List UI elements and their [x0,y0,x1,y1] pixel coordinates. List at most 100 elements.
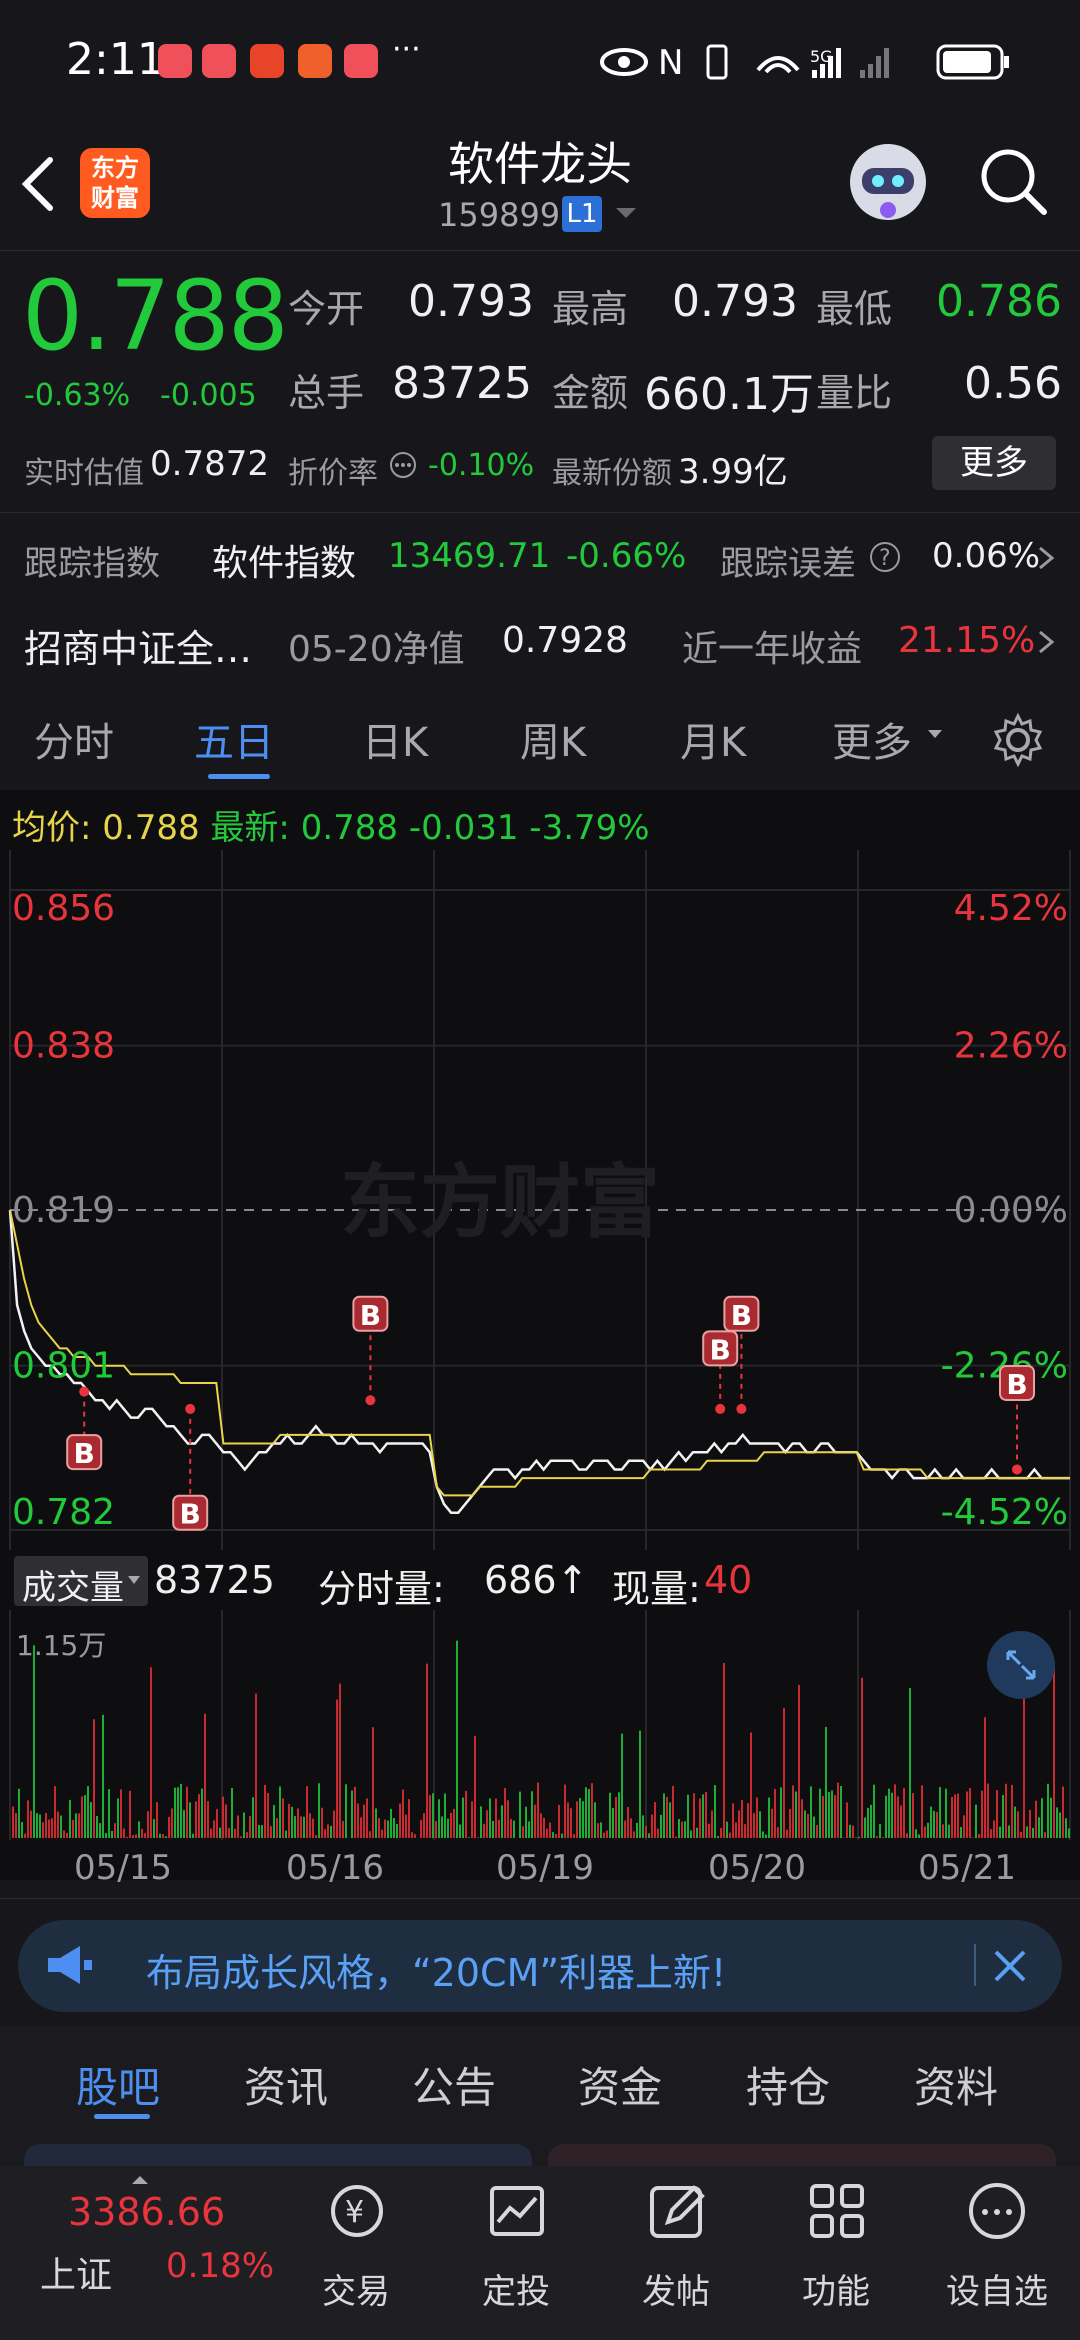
volume-bar [450,1812,452,1838]
price-chart[interactable]: 东方财富 0.856 0.838 0.819 0.801 0.782 4.52% 2.26% 0… [0,850,1080,1550]
more-button[interactable]: 更多 [932,436,1056,490]
volume-bar [405,1814,407,1838]
trade-icon[interactable]: ¥ [322,2176,392,2246]
volume-bar [270,1826,272,1838]
add-watchlist-icon[interactable] [962,2176,1032,2246]
tab-more[interactable]: 更多 [832,710,912,768]
y-axis-right-label: -4.52% [941,1492,1068,1533]
volume-bar [129,1790,131,1838]
tab-profile[interactable]: 资料 [914,2054,998,2115]
tracking-index-name[interactable]: 软件指数 [212,534,356,586]
open-value: 0.793 [408,276,534,327]
tracking-error-label: 跟踪误差 [720,544,856,584]
nav-value: 0.7928 [502,620,628,661]
volume-bar [816,1825,818,1838]
tab-monthly-k[interactable]: 月K [680,710,746,768]
volume-bar [357,1803,359,1838]
volume-bar [537,1782,539,1838]
tab-news[interactable]: 资讯 [244,2054,328,2115]
tab-announcements[interactable]: 公告 [412,2054,496,2115]
volume-bar [738,1810,740,1838]
volume-bar [291,1806,293,1838]
volume-bar [951,1797,953,1838]
banner-text[interactable]: 布局成长风格，“20CM”利器上新! [146,1942,726,1997]
chevron-down-icon[interactable] [614,206,638,222]
volume-bar [612,1808,614,1838]
settings-icon[interactable] [990,712,1046,768]
chevron-right-icon[interactable] [1036,628,1056,656]
volume-bar [384,1819,386,1838]
nav-post[interactable]: 发帖 [642,2264,710,2313]
volume-bar [876,1836,878,1838]
help-icon[interactable]: ? [868,540,902,574]
back-icon[interactable] [18,156,58,212]
market-index-name[interactable]: 上证 [40,2246,112,2298]
app-logo[interactable]: 东方 财富 [80,148,150,218]
high-value: 0.793 [672,276,798,327]
fund-name[interactable]: 招商中证全… [24,618,252,673]
volume-bar [81,1796,83,1838]
y-axis-left-label: 0.819 [12,1190,115,1231]
nav-functions[interactable]: 功能 [802,2264,870,2313]
y-axis-left-label: 0.782 [12,1492,115,1533]
y-axis-left-label: 0.856 [12,888,115,929]
volume-bar [456,1640,458,1838]
volume-bar [867,1807,869,1838]
volume-chart[interactable] [0,1610,1080,1840]
app-notification-icon [344,44,378,78]
volume-bar [330,1825,332,1838]
volume-bar [639,1730,641,1838]
level-badge[interactable]: L1 [562,196,602,232]
volume-bar [1047,1783,1049,1838]
volume-bar [1026,1826,1028,1838]
nav-trade[interactable]: 交易 [322,2264,390,2313]
search-icon[interactable] [978,146,1048,218]
volume-bar [21,1822,23,1838]
expand-icon[interactable] [986,1630,1056,1700]
tab-capital[interactable]: 资金 [578,2054,662,2115]
volume-bar [60,1815,62,1838]
tab-stock-forum[interactable]: 股吧 [76,2054,160,2115]
volume-bar [33,1645,35,1838]
security-code[interactable]: 159899 [438,196,560,234]
volume-total: 83725 [154,1558,275,1602]
market-index-value[interactable]: 3386.66 [68,2190,225,2234]
buy-marker-label: B [731,1299,752,1332]
volume-bar [768,1797,770,1838]
chevron-right-icon[interactable] [1036,544,1056,572]
tracking-error-value: 0.06% [932,536,1041,576]
volume-bar [1014,1806,1016,1838]
fixed-investment-icon[interactable] [482,2176,552,2246]
tab-intraday[interactable]: 分时 [34,710,114,768]
volume-bar [243,1812,245,1838]
volume-bar [444,1793,446,1838]
watermark: 东方财富 [340,1156,660,1249]
volume-bar [201,1788,203,1838]
nav-fixed-investment[interactable]: 定投 [482,2264,550,2313]
nav-add-watchlist[interactable]: 设自选 [946,2264,1048,2313]
volume-bar [39,1814,41,1838]
volume-bar [453,1808,455,1838]
volume-bar [633,1831,635,1838]
tab-daily-k[interactable]: 日K [362,710,428,768]
tab-five-day[interactable]: 五日 [194,710,274,768]
app-notification-icon [202,44,236,78]
volume-bar [192,1833,194,1838]
volume-bar [786,1829,788,1838]
volume-bar [948,1824,950,1838]
functions-icon[interactable] [802,2176,872,2246]
volume-bar [942,1824,944,1838]
volume-bar [873,1784,875,1838]
volume-bar [462,1797,464,1838]
volume-bar [93,1719,95,1838]
change-pct: -0.63% [24,378,131,413]
robot-avatar-icon[interactable] [846,140,930,224]
info-dots-icon[interactable] [388,450,418,480]
volume-bar [741,1800,743,1838]
close-icon[interactable] [990,1946,1030,1986]
tab-holdings[interactable]: 持仓 [746,2054,830,2115]
tab-weekly-k[interactable]: 周K [520,710,586,768]
post-icon[interactable] [642,2176,712,2246]
volume-bar [642,1815,644,1838]
volume-bar [975,1804,977,1838]
